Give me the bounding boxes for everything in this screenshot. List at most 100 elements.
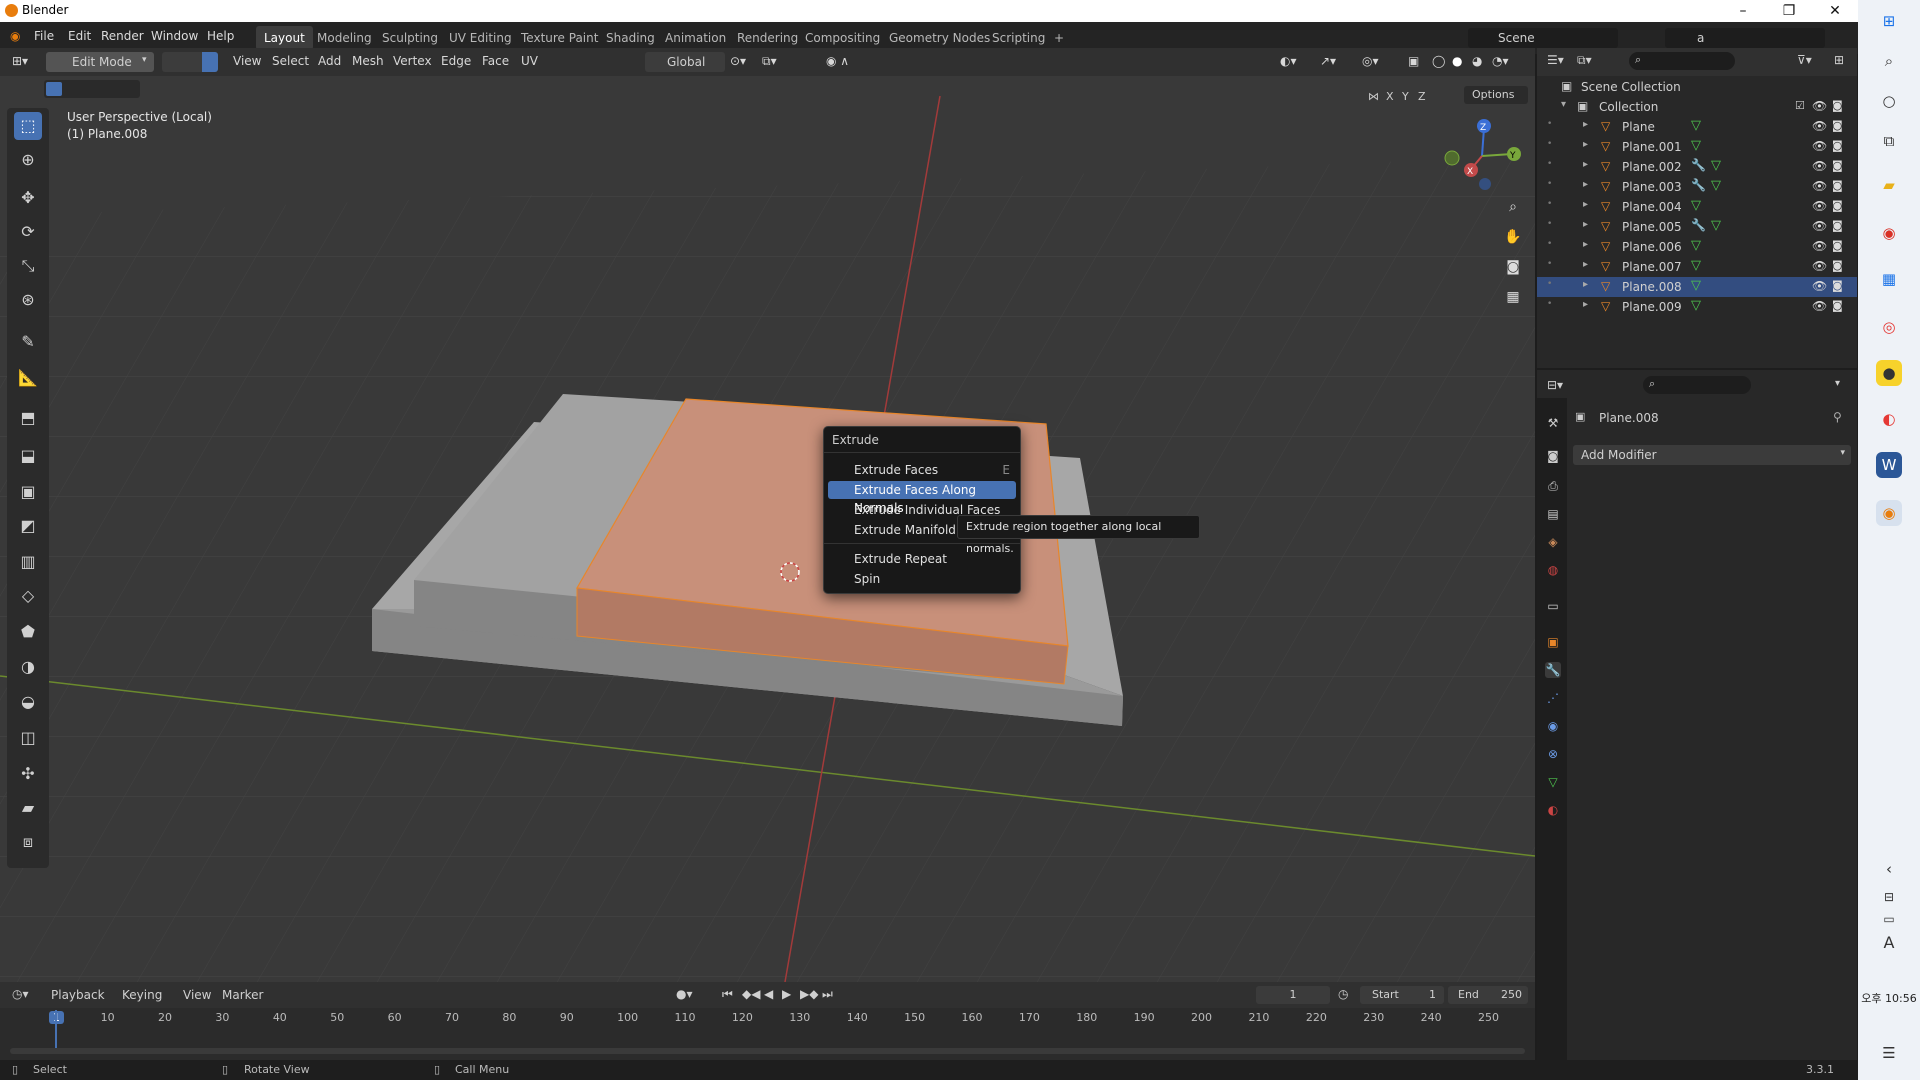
kakaotalk-icon[interactable]: ● [1876,360,1902,386]
shading-rendered-icon[interactable]: ◔▾ [1492,54,1509,68]
shading-wireframe-icon[interactable]: ◯ [1432,54,1445,68]
jump-end-icon[interactable]: ⏭ [822,987,833,1002]
camera-icon[interactable]: ◙ [1832,279,1843,292]
eye-icon[interactable]: 👁 [1812,99,1827,113]
tray-chevron-icon[interactable]: ‹ [1876,856,1902,882]
menu-item-extrude-faces[interactable]: Extrude Faces E [828,461,1016,479]
select-mode-buttons[interactable] [162,52,218,72]
tab-scripting[interactable]: Scripting [984,26,1053,50]
play-icon[interactable]: ▶ [782,987,791,1001]
menu-item-spin[interactable]: Spin [828,570,1016,588]
camera-icon[interactable]: ◙ [1832,239,1843,252]
menu-item-extrude-along-normals[interactable]: Extrude Faces Along Normals [828,481,1016,515]
task-view-icon[interactable]: ⧉ [1876,128,1902,154]
eye-icon[interactable]: 👁 [1812,239,1827,253]
proportional-edit-icon[interactable]: ◉ ∧ [826,54,849,68]
pin-icon[interactable]: ⚲ [1833,410,1842,424]
add-cube-tool-icon[interactable]: ⬒ [14,404,42,432]
knife-tool-icon[interactable]: ◇ [14,582,42,610]
mirror-z[interactable]: Z [1418,90,1426,103]
modifier-tab-icon[interactable]: 🔧 [1545,662,1561,678]
mesh-data-icon[interactable]: ▽ [1691,198,1701,213]
object-tab-icon[interactable]: ▣ [1545,634,1561,650]
record-icon[interactable]: ●▾ [676,987,693,1001]
properties-search-input[interactable]: ⌕ [1643,376,1751,394]
blender-menu-icon[interactable]: ◉ [10,29,20,43]
data-tab-icon[interactable]: ▽ [1545,774,1561,790]
shading-solid-icon[interactable]: ● [1452,54,1462,68]
tab-texture-paint[interactable]: Texture Paint [513,26,606,50]
smooth-tool-icon[interactable]: ◒ [14,688,42,716]
calculator-icon[interactable]: ▦ [1876,266,1902,292]
scene-selector[interactable]: Scene [1468,28,1618,48]
face-select-icon[interactable] [202,52,218,72]
expand-triangle-icon[interactable]: ▸ [1583,259,1588,270]
current-frame-field[interactable]: 1 [1256,986,1330,1004]
play-reverse-icon[interactable]: ◀ [764,987,773,1001]
jump-start-icon[interactable]: ⏮ [722,987,733,1002]
add-workspace-button[interactable]: + [1046,26,1072,50]
mesh-data-icon[interactable]: ▽ [1691,138,1701,153]
physics-tab-icon[interactable]: ◉ [1545,718,1561,734]
chrome-icon[interactable]: ◉ [1876,220,1902,246]
annotate-tool-icon[interactable]: ✎ [14,328,42,356]
prev-keyframe-icon[interactable]: ◆◀ [742,987,760,1001]
expand-triangle-icon[interactable]: ▸ [1583,139,1588,150]
extrude-region-tool-icon[interactable]: ⬓ [14,442,42,470]
pan-hand-icon[interactable]: ✋ [1500,224,1526,250]
new-collection-icon[interactable]: ⊞ [1834,53,1844,67]
overlays-icon[interactable]: ◎▾ [1362,54,1379,68]
next-keyframe-icon[interactable]: ▶◆ [800,987,818,1001]
gizmo-toggle-icon[interactable]: ↗▾ [1320,54,1336,68]
mesh-data-icon[interactable]: ▽ [1691,118,1701,133]
mesh-data-icon[interactable]: ▽ [1711,158,1721,173]
frame-ruler[interactable]: 1102030405060708090100110120130140150160… [0,1008,1535,1030]
start-frame-field[interactable]: Start 1 [1360,986,1444,1004]
bevel-tool-icon[interactable]: ◩ [14,512,42,540]
app-pinned-icon[interactable]: ◐ [1876,406,1902,432]
menu-view[interactable]: View [183,988,211,1002]
expand-triangle-icon[interactable]: ▸ [1583,239,1588,250]
expand-triangle-icon[interactable]: ▸ [1583,179,1588,190]
edge-slide-tool-icon[interactable]: ◫ [14,724,42,752]
collection-tab-icon[interactable]: ▭ [1545,598,1561,614]
select-new-icon[interactable] [46,82,62,96]
render-tab-icon[interactable]: ◙ [1545,448,1561,464]
menu-select[interactable]: Select [272,54,309,68]
outliner-item-plane-004[interactable]: • ▸ ▽ Plane.004 ▽ 👁 ◙ [1537,197,1857,217]
windows-start-icon[interactable]: ⊞ [1876,8,1902,34]
tab-rendering[interactable]: Rendering [729,26,806,50]
menu-uv[interactable]: UV [521,54,538,68]
eye-icon[interactable]: 👁 [1812,139,1827,153]
tab-geometry-nodes[interactable]: Geometry Nodes [881,26,998,50]
timeline-editor-icon[interactable]: ◷▾ [12,987,29,1001]
tab-shading[interactable]: Shading [598,26,663,50]
output-tab-icon[interactable]: ⎙ [1545,478,1561,494]
inset-faces-tool-icon[interactable]: ▣ [14,478,42,506]
scale-tool-icon[interactable]: ⤡ [14,252,42,280]
view-layer-tab-icon[interactable]: ▤ [1545,506,1561,522]
eye-icon[interactable]: 👁 [1812,259,1827,273]
wrench-icon[interactable]: 🔧 [1691,178,1706,192]
menu-keying[interactable]: Keying [122,988,162,1002]
expand-triangle-icon[interactable]: ▸ [1583,199,1588,210]
shear-tool-icon[interactable]: ▰ [14,794,42,822]
outliner-item-plane-006[interactable]: • ▸ ▽ Plane.006 ▽ 👁 ◙ [1537,237,1857,257]
tab-animation[interactable]: Animation [657,26,734,50]
clock[interactable]: 오후 10:56 [1858,990,1920,1006]
menu-playback[interactable]: Playback [51,988,105,1002]
menu-view[interactable]: View [233,54,261,68]
outliner-item-plane-009[interactable]: • ▸ ▽ Plane.009 ▽ 👁 ◙ [1537,297,1857,317]
camera-icon[interactable]: ◙ [1832,119,1843,132]
display-mode-icon[interactable]: ⧉▾ [1577,53,1592,68]
timeline-scrollbar[interactable] [10,1048,1525,1054]
material-tab-icon[interactable]: ◐ [1545,802,1561,818]
camera-icon[interactable]: ◙ [1832,99,1843,112]
outliner-item-plane-005[interactable]: • ▸ ▽ Plane.005 🔧 ▽ 👁 ◙ [1537,217,1857,237]
options-dropdown[interactable]: Options [1464,86,1528,104]
mesh-data-icon[interactable]: ▽ [1711,178,1721,193]
zoom-icon[interactable]: ⌕ [1500,194,1526,220]
expand-triangle-icon[interactable]: ▸ [1583,119,1588,130]
move-tool-icon[interactable]: ✥ [14,184,42,212]
notification-icon[interactable]: ☰ [1876,1040,1902,1066]
